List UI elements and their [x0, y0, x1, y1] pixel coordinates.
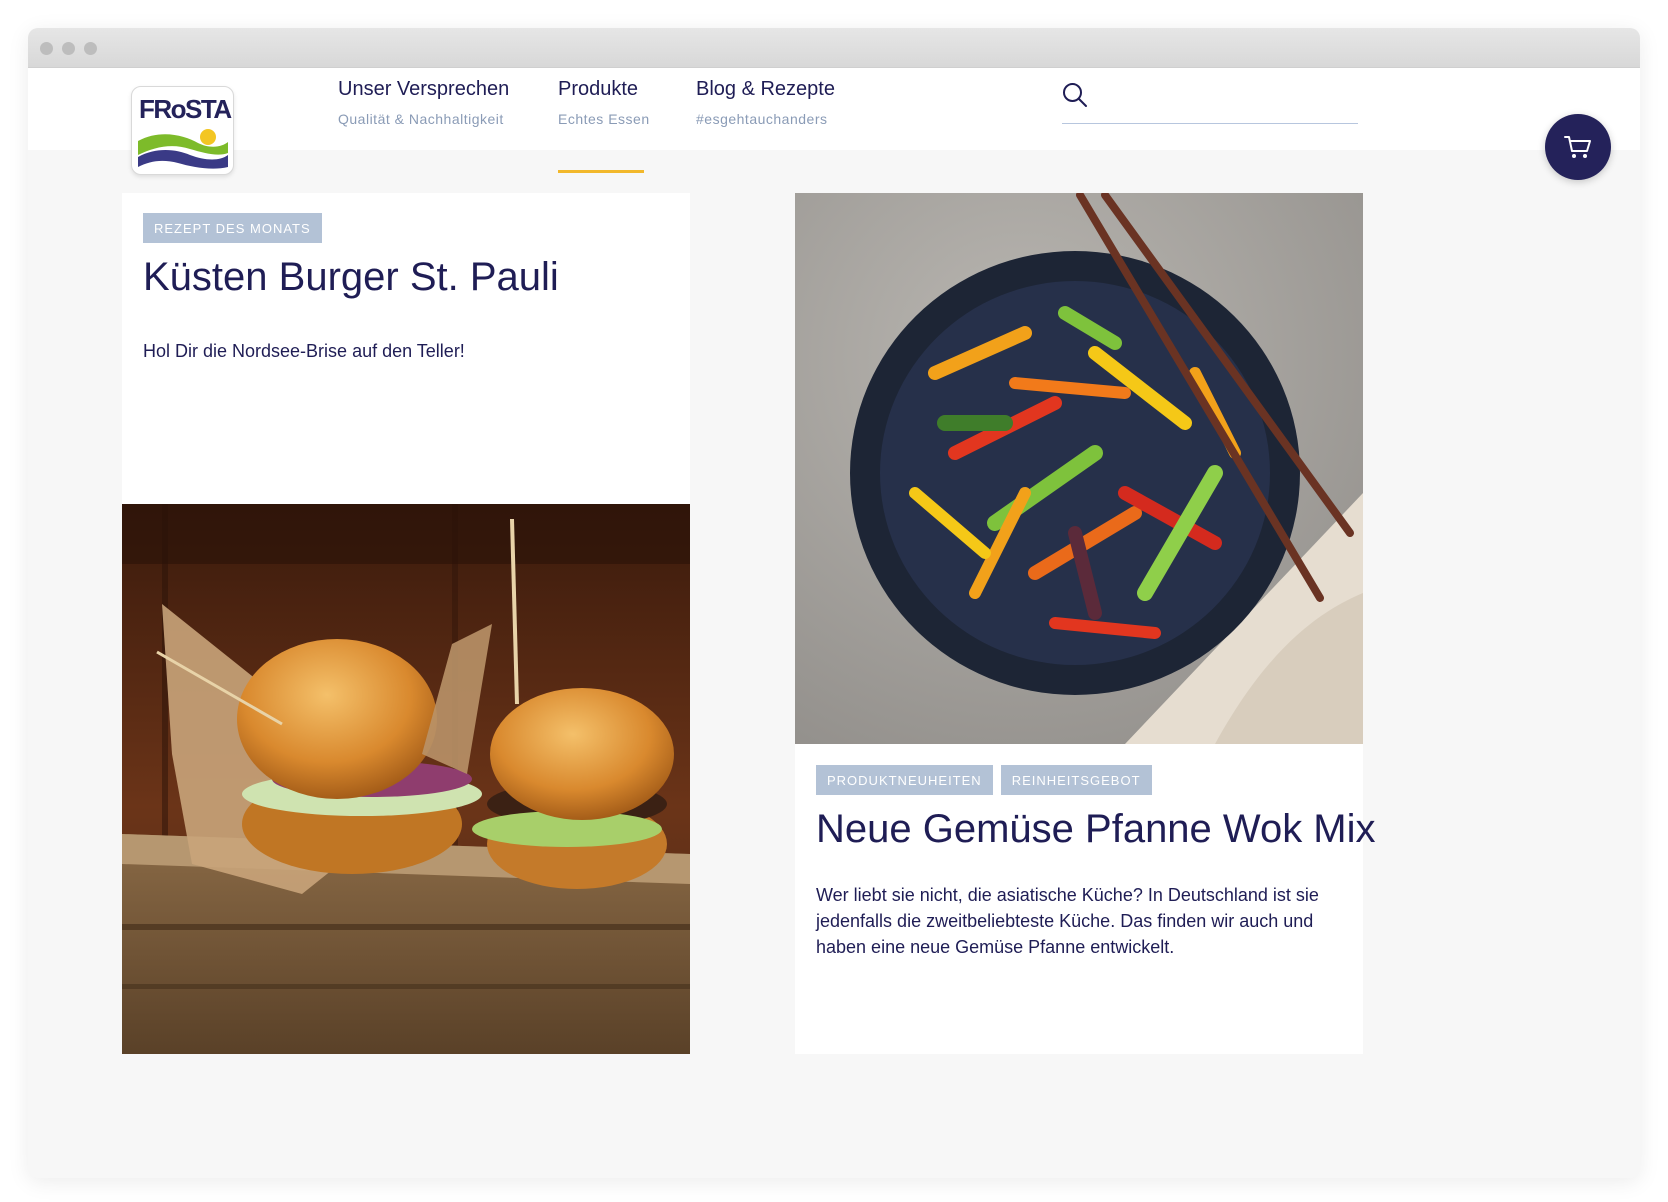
burger-photo[interactable] — [122, 504, 690, 1054]
cart-button[interactable] — [1545, 114, 1611, 180]
logo-text: FRoSTA — [139, 94, 232, 124]
search-bar[interactable] — [1062, 82, 1358, 124]
window-titlebar — [28, 28, 1640, 68]
card-title[interactable]: Neue Gemüse Pfanne Wok Mix — [816, 807, 1376, 852]
nav-subtitle: #esgehtauchanders — [696, 111, 828, 127]
card-title[interactable]: Küsten Burger St. Pauli — [143, 255, 669, 300]
nav-title: Unser Versprechen — [338, 78, 510, 100]
nav-title: Blog & Rezepte — [696, 78, 835, 100]
window-close-dot[interactable] — [40, 42, 53, 55]
tag-badge[interactable]: REINHEITSGEBOT — [1000, 765, 1152, 795]
card-tags: REZEPT DES MONATS — [143, 213, 669, 243]
tag-badge[interactable]: REZEPT DES MONATS — [143, 213, 322, 243]
nav-item-blog[interactable]: Blog & Rezepte #esgehtauchanders — [696, 78, 835, 127]
card-burger[interactable]: REZEPT DES MONATS Küsten Burger St. Paul… — [122, 193, 690, 504]
nav-item-produkte[interactable]: Produkte Echtes Essen — [558, 78, 650, 173]
nav-subtitle: Echtes Essen — [558, 111, 650, 127]
card-wok[interactable]: PRODUKTNEUHEITEN REINHEITSGEBOT Neue Gemü… — [795, 744, 1376, 1054]
nav-active-indicator — [558, 170, 644, 173]
tag-badge[interactable]: PRODUKTNEUHEITEN — [816, 765, 993, 795]
browser-window: FRoSTA Unser Versprechen Qualität & Nach… — [28, 28, 1640, 1178]
search-input[interactable] — [1100, 84, 1350, 118]
nav-title: Produkte — [558, 78, 639, 100]
card-description: Hol Dir die Nordsee-Brise auf den Teller… — [143, 341, 465, 361]
nav-subtitle: Qualität & Nachhaltigkeit — [338, 111, 504, 127]
logo-graphic: FRoSTA — [138, 94, 233, 169]
window-minimize-dot[interactable] — [62, 42, 75, 55]
search-icon[interactable] — [1062, 82, 1088, 108]
burger-illustration — [122, 504, 690, 1054]
card-description: Wer liebt sie nicht, die asiatische Küch… — [816, 885, 1319, 957]
nav-item-versprechen[interactable]: Unser Versprechen Qualität & Nachhaltigk… — [338, 78, 509, 127]
cart-icon — [1564, 136, 1591, 158]
frosta-logo[interactable]: FRoSTA — [131, 86, 234, 175]
card-tags: PRODUKTNEUHEITEN REINHEITSGEBOT — [816, 765, 1342, 795]
wok-vegetables-photo[interactable] — [795, 193, 1363, 744]
window-maximize-dot[interactable] — [84, 42, 97, 55]
wok-illustration — [795, 193, 1363, 744]
